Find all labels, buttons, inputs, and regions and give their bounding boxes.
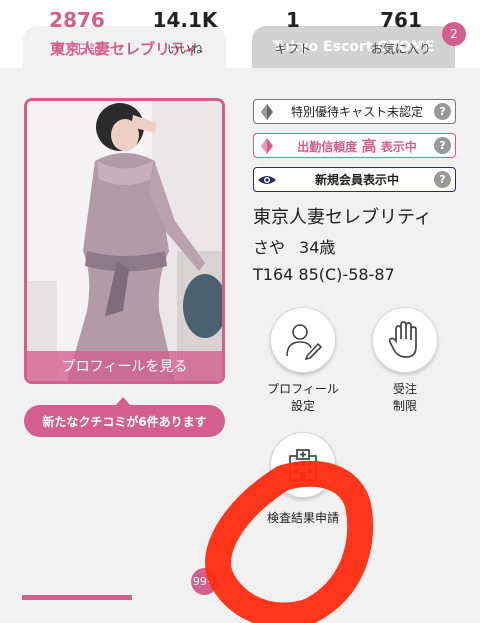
cast-measurements: T164 85(C)-58-87 xyxy=(253,265,395,284)
shop-name: 東京人妻セレブリティ xyxy=(253,207,432,228)
profile-photo-card[interactable]: プロフィールを見る xyxy=(24,98,225,384)
photo-diary-count: 2876 xyxy=(49,8,105,32)
order-restriction-button[interactable] xyxy=(372,307,438,373)
reliability-suffix: 表示中 xyxy=(380,140,417,154)
special-cast-label: 特別優待キャスト未認定 xyxy=(290,105,423,119)
help-icon[interactable]: ? xyxy=(434,171,451,188)
hospital-icon xyxy=(289,449,317,481)
favorites-label: お気に入り xyxy=(370,42,431,56)
stat-gifts[interactable]: 1 ギフト xyxy=(238,8,348,57)
gift-label: ギフト xyxy=(274,42,311,56)
help-icon[interactable]: ? xyxy=(434,137,451,154)
eye-icon xyxy=(254,174,280,186)
diamond-icon xyxy=(254,137,280,154)
profile-edit-icon xyxy=(286,324,323,360)
test-result-application-button[interactable] xyxy=(270,432,336,498)
hand-stop-icon xyxy=(388,321,417,358)
stat-favorites[interactable]: 761 お気に入り xyxy=(346,8,456,57)
stat-likes[interactable]: 14.1K いいね xyxy=(130,8,240,57)
likes-label: いいね xyxy=(166,42,203,56)
attendance-reliability-label: 出勤信頼度 高 表示中 xyxy=(280,135,434,156)
order-restriction-label: 受注 制限 xyxy=(360,381,450,415)
new-member-label: 新規会員表示中 xyxy=(314,173,399,187)
profile-settings-label-line2: 設定 xyxy=(290,399,315,413)
favorites-count: 761 xyxy=(380,8,422,32)
order-restriction-label-line2: 制限 xyxy=(392,399,417,413)
likes-count: 14.1K xyxy=(152,8,218,32)
stats-bar xyxy=(0,532,480,623)
diamond-icon xyxy=(254,103,280,120)
reliability-prefix: 出勤信頼度 xyxy=(297,140,358,154)
photo-diary-label: 写メ日記 xyxy=(52,42,101,56)
stat-photo-diary[interactable]: 2876 写メ日記 xyxy=(22,8,132,57)
profile-settings-label: プロフィール 設定 xyxy=(256,381,350,415)
order-restriction-label-line1: 受注 xyxy=(392,382,417,396)
help-icon[interactable]: ? xyxy=(434,103,451,120)
profile-settings-label-line1: プロフィール xyxy=(267,382,339,396)
test-result-application-label: 検査結果申請 xyxy=(266,511,339,525)
review-notice-button[interactable]: 新たなクチコミが6件あります xyxy=(24,405,225,437)
gift-count: 1 xyxy=(286,8,300,32)
special-cast-status[interactable]: 特別優待キャスト未認定 ? xyxy=(253,99,456,124)
profile-settings-button[interactable] xyxy=(270,307,336,373)
reliability-level: 高 xyxy=(361,137,377,155)
cast-name-age: さや 34歳 xyxy=(253,234,349,258)
view-profile-button[interactable]: プロフィールを見る xyxy=(27,351,222,381)
attendance-reliability-status[interactable]: 出勤信頼度 高 表示中 ? xyxy=(253,133,456,158)
likes-badge: 99+ xyxy=(191,568,218,595)
cast-name: さや xyxy=(253,238,286,257)
cast-photo xyxy=(27,101,222,381)
cast-age: 34歳 xyxy=(299,238,336,257)
active-stat-indicator xyxy=(22,595,132,600)
new-member-status[interactable]: 新規会員表示中 ? xyxy=(253,167,456,192)
